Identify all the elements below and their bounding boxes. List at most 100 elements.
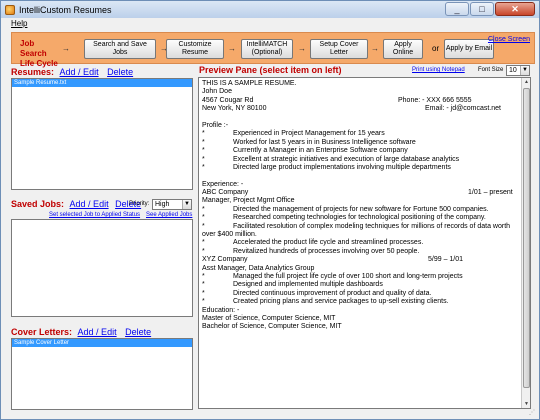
preview-scrollbar[interactable]: ▲ ▼	[521, 78, 530, 408]
customize-resume-button[interactable]: Customize Resume	[166, 39, 224, 59]
cover-letters-label: Cover Letters:	[11, 327, 73, 337]
bullet-icon: *	[202, 289, 205, 297]
see-applied-jobs-link[interactable]: See Applied Jobs	[146, 212, 192, 218]
saved-jobs-section-label: Saved Jobs: Add / Edit Delete	[11, 199, 141, 209]
text-line: THIS IS A SAMPLE RESUME.	[202, 80, 297, 87]
bullet-text: Revitalized hundreds of processes involv…	[233, 247, 420, 255]
preview-pane-title: Preview Pane (select item on left)	[199, 65, 342, 75]
resumes-add-edit-link[interactable]: Add / Edit	[60, 67, 99, 77]
text-line: Bachelor of Science, Computer Science, M…	[202, 323, 342, 331]
saved-jobs-label: Saved Jobs:	[11, 199, 65, 209]
apply-online-button[interactable]: Apply Online	[383, 39, 423, 59]
setup-cover-letter-button[interactable]: Setup Cover Letter	[310, 39, 368, 59]
print-notepad-link[interactable]: Print using Notepad	[412, 67, 465, 73]
lifecycle-title-line1: Job Search	[20, 39, 47, 58]
text-line: Experience: -	[202, 180, 244, 188]
company-name: XYZ Company	[202, 256, 248, 264]
bullet-text: Researched competing technologies for te…	[233, 214, 486, 222]
intellimatch-optional-label: (Optional)	[251, 49, 283, 56]
cover-letters-list[interactable]: Sample Cover Letter	[11, 338, 193, 410]
close-screen-link[interactable]: Close Screen	[488, 36, 530, 43]
resume-content: THIS IS A SAMPLE RESUME. John Doe 4567 C…	[202, 80, 518, 332]
resumes-list[interactable]: Sample Resume.txt	[11, 78, 193, 190]
window-controls: _ □ ✕	[445, 2, 535, 16]
font-size-label: Font Size	[478, 67, 504, 73]
bullet-text: Directed the management of projects for …	[233, 205, 489, 213]
bullet-icon: *	[202, 138, 205, 146]
job-lifecycle-toolbar: Job Search Life Cycle → Search and Save …	[11, 32, 535, 68]
bullet-text: Accelerated the product life cycle and s…	[233, 239, 424, 247]
list-item[interactable]: Sample Cover Letter	[12, 339, 192, 347]
bullet-text: Directed large product implementations i…	[233, 163, 451, 171]
close-window-button[interactable]: ✕	[495, 2, 535, 16]
preview-text-area[interactable]: THIS IS A SAMPLE RESUME. John Doe 4567 C…	[198, 77, 531, 409]
bullet-icon: *	[202, 272, 205, 280]
cover-letters-add-edit-link[interactable]: Add / Edit	[78, 327, 117, 337]
maximize-button[interactable]: □	[470, 2, 494, 16]
bullet-icon: *	[202, 239, 205, 247]
text-line: over $400 million.	[202, 231, 257, 239]
email-line: Email: - jd@comcast.net	[425, 105, 501, 113]
bullet-line: * Currently a Manager in an Enterprise So…	[202, 147, 518, 155]
cover-letters-delete-link[interactable]: Delete	[125, 327, 151, 337]
bullet-line: * Directed the management of projects for…	[202, 206, 518, 214]
company-dates: 1/01 – present	[468, 189, 513, 197]
font-size-value: 10	[509, 67, 517, 74]
bullet-text: Currently a Manager in an Enterprise Sof…	[233, 147, 408, 155]
priority-select[interactable]: High ▼	[152, 199, 192, 210]
window-title: IntelliCustom Resumes	[19, 4, 112, 15]
bullet-line: * Revitalized hundreds of processes invol…	[202, 248, 518, 256]
text-line: Profile :-	[202, 121, 229, 129]
priority-value: High	[155, 201, 170, 208]
bullet-line: * Directed large product implementations …	[202, 164, 518, 172]
intellimatch-button[interactable]: IntelliMATCH (Optional)	[241, 39, 293, 59]
bullet-text: Facilitated resolution of complex modeli…	[233, 222, 511, 230]
resumes-delete-link[interactable]: Delete	[107, 67, 133, 77]
bullet-text: Experienced in Project Management for 15…	[233, 130, 385, 138]
bullet-icon: *	[202, 163, 205, 171]
title-bar: IntelliCustom Resumes _ □ ✕	[1, 1, 539, 18]
bullet-line: * Accelerated the product life cycle and …	[202, 239, 518, 247]
resize-grip-icon[interactable]: ⋰	[529, 409, 537, 417]
lifecycle-title: Job Search Life Cycle	[20, 39, 62, 69]
bullet-text: Designed and implemented multiple dashbo…	[233, 281, 383, 289]
chevron-down-icon: ▼	[520, 66, 529, 75]
scroll-up-icon[interactable]: ▲	[523, 78, 530, 86]
app-icon	[5, 4, 15, 15]
bullet-icon: *	[202, 222, 205, 230]
resumes-label: Resumes:	[11, 67, 55, 77]
bullet-line: * Worked for last 5 years in in Business …	[202, 139, 518, 147]
bullet-text: Managed the full project life cycle of o…	[233, 272, 463, 280]
text-line: XYZ Company 5/99 – 1/01	[202, 256, 518, 264]
bullet-text: Created pricing plans and service packag…	[233, 298, 449, 306]
minimize-button[interactable]: _	[445, 2, 469, 16]
bullet-line: * Designed and implemented multiple dashb…	[202, 281, 518, 289]
text-line: John Doe	[202, 88, 232, 96]
bullet-text: Directed continuous improvement of produ…	[233, 289, 432, 297]
search-save-jobs-button[interactable]: Search and Save Jobs	[84, 39, 156, 59]
menu-help[interactable]: Help	[11, 19, 27, 28]
bullet-icon: *	[202, 147, 205, 155]
saved-jobs-add-edit-link[interactable]: Add / Edit	[70, 199, 109, 209]
app-window: IntelliCustom Resumes _ □ ✕ Help Job Sea…	[0, 0, 540, 420]
company-name: ABC Company	[202, 189, 249, 197]
bullet-line: * Experienced in Project Management for 1…	[202, 130, 518, 138]
scroll-down-icon[interactable]: ▼	[523, 400, 530, 408]
bullet-icon: *	[202, 214, 205, 222]
saved-jobs-list[interactable]	[11, 219, 193, 317]
text-line: Education: -	[202, 306, 240, 314]
menu-bar: Help	[1, 18, 539, 30]
bullet-line: * Researched competing technologies for t…	[202, 214, 518, 222]
apply-by-email-button[interactable]: Apply by Email	[444, 39, 494, 59]
priority-label: Priority:	[129, 201, 150, 207]
list-item[interactable]: Sample Resume.txt	[12, 79, 192, 87]
font-size-select[interactable]: 10 ▼	[506, 65, 530, 76]
scrollbar-thumb[interactable]	[523, 88, 530, 388]
bullet-icon: *	[202, 247, 205, 255]
or-label: or	[432, 44, 440, 53]
set-applied-status-link[interactable]: Set selected Job to Applied Status	[49, 212, 140, 218]
arrow-icon: →	[371, 44, 379, 53]
bullet-icon: *	[202, 281, 205, 289]
bullet-icon: *	[202, 205, 205, 213]
bullet-icon: *	[202, 155, 205, 163]
